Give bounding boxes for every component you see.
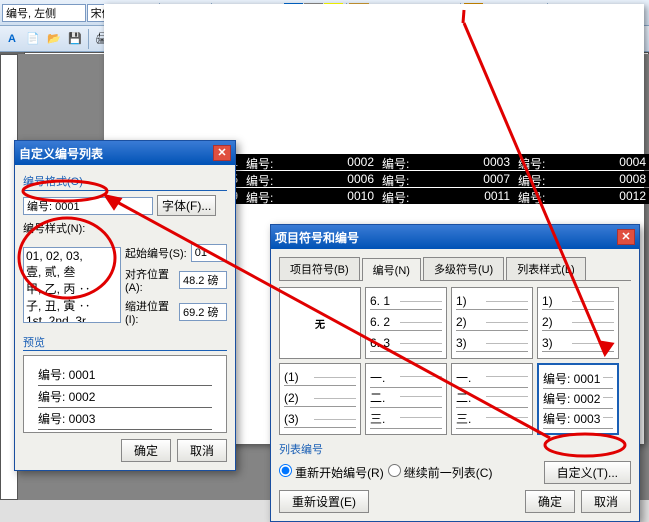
customize-button[interactable]: 自定义(T)... [544, 461, 631, 484]
number-style-list[interactable]: 01, 02, 03, 壹, 贰, 叁 甲, 乙, 丙 ‥ 子, 丑, 寅 ‥ … [23, 247, 121, 323]
style-label: 编号样式(N): [23, 220, 227, 236]
indent-position-input[interactable] [179, 303, 227, 321]
format-section-label: 编号格式(O) [23, 173, 227, 191]
continue-radio[interactable]: 继续前一列表(C) [388, 464, 493, 481]
numbering-option[interactable]: 一. 二. 三. [451, 363, 533, 435]
tab-multilevel[interactable]: 多级符号(U) [423, 257, 504, 280]
tab-numbering[interactable]: 编号(N) [362, 258, 421, 281]
dialog-title: 项目符号和编号 [275, 229, 359, 246]
tabstrip: 项目符号(B) 编号(N) 多级符号(U) 列表样式(L) [279, 257, 631, 281]
cancel-button[interactable]: 取消 [581, 490, 631, 513]
list-number-label: 列表编号 [279, 441, 631, 457]
save-button[interactable]: 💾 [65, 29, 85, 49]
numbering-option[interactable]: 一. 二. 三. [365, 363, 447, 435]
dialog-title-bar[interactable]: 自定义编号列表 ✕ [15, 141, 235, 165]
numbering-option[interactable]: (1) (2) (3) [279, 363, 361, 435]
start-number-input[interactable] [191, 244, 227, 262]
style-selector[interactable]: 编号, 左侧 [2, 4, 86, 22]
close-icon[interactable]: ✕ [213, 145, 231, 161]
ok-button[interactable]: 确定 [525, 490, 575, 513]
numbering-none[interactable]: 无 [279, 287, 361, 359]
ok-button[interactable]: 确定 [121, 439, 171, 462]
numbering-option[interactable]: 1) 2) 3) [537, 287, 619, 359]
numbering-option[interactable]: 6. 1 6. 2 6. 3 [365, 287, 447, 359]
tab-liststyles[interactable]: 列表样式(L) [506, 257, 585, 280]
preview-label: 预览 [23, 334, 227, 351]
custom-number-list-dialog: 自定义编号列表 ✕ 编号格式(O) 字体(F)... 编号样式(N): 01, … [14, 140, 236, 471]
close-icon[interactable]: ✕ [617, 229, 635, 245]
numbering-option-selected[interactable]: 编号: 0001 编号: 0002 编号: 0003 [537, 363, 619, 435]
align-position-input[interactable] [179, 271, 227, 289]
dialog-title-bar[interactable]: 项目符号和编号 ✕ [271, 225, 639, 249]
app-icon: A [2, 29, 22, 49]
new-button[interactable]: 📄 [23, 29, 43, 49]
cancel-button[interactable]: 取消 [177, 439, 227, 462]
dialog-title: 自定义编号列表 [19, 145, 103, 162]
restart-radio[interactable]: 重新开始编号(R) [279, 464, 384, 481]
preview-box: 编号: 0001 编号: 0002 编号: 0003 [23, 355, 227, 433]
number-format-input[interactable] [23, 197, 153, 215]
reset-button[interactable]: 重新设置(E) [279, 490, 369, 513]
tab-bullets[interactable]: 项目符号(B) [279, 257, 360, 280]
open-button[interactable]: 📂 [44, 29, 64, 49]
numbering-grid: 无 6. 1 6. 2 6. 3 1) 2) 3) 1) 2) 3) (1) (… [279, 287, 631, 435]
bullets-and-numbering-dialog: 项目符号和编号 ✕ 项目符号(B) 编号(N) 多级符号(U) 列表样式(L) … [270, 224, 640, 522]
font-button[interactable]: 字体(F)... [157, 195, 216, 216]
numbering-option[interactable]: 1) 2) 3) [451, 287, 533, 359]
